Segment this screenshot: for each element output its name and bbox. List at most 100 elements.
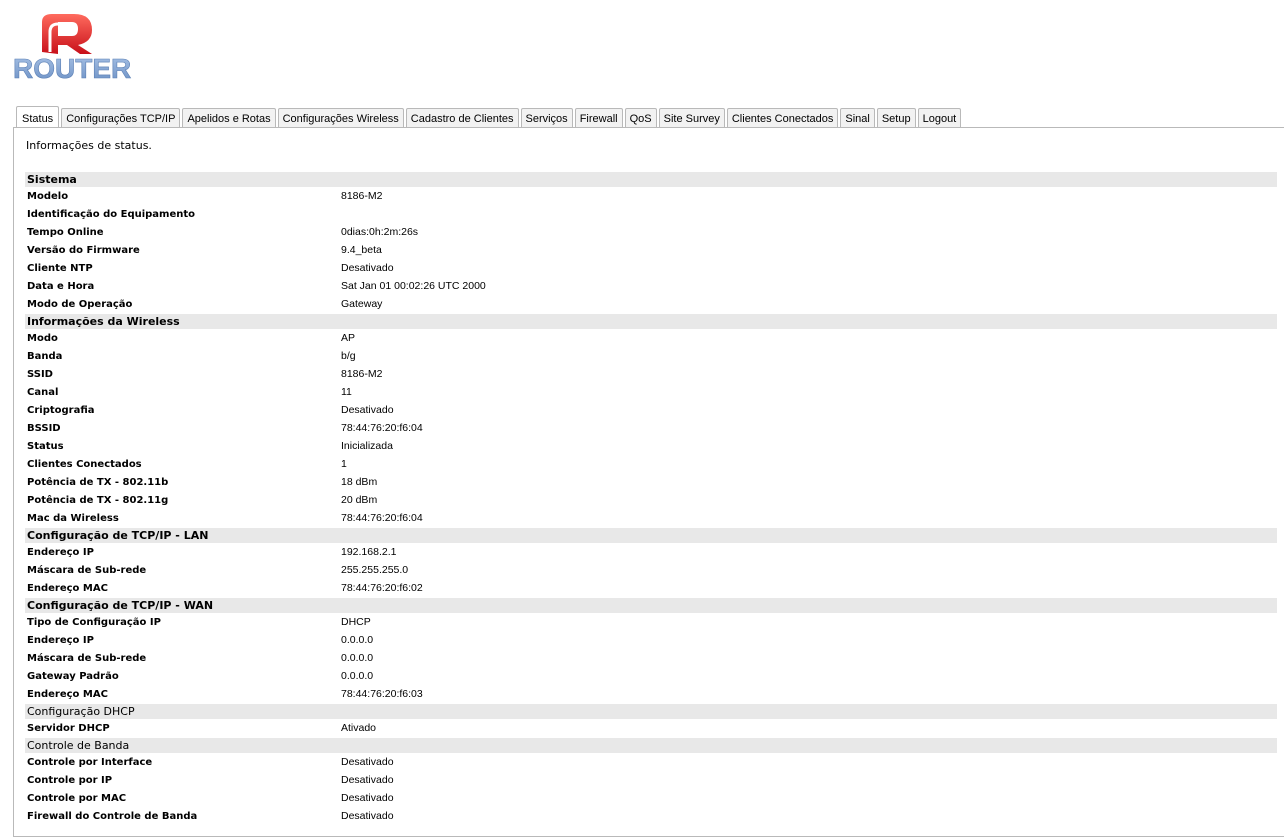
row-value: 0.0.0.0 (341, 670, 374, 682)
section-header-sistema: Sistema (25, 172, 1277, 187)
status-row: Tempo Online 0dias:0h:2m:26s (25, 224, 1277, 242)
status-panel: Informações de status. Sistema Modelo 8186… (13, 127, 1284, 837)
status-row: Modelo 8186-M2 (25, 188, 1277, 206)
status-row: Endereço MAC 78:44:76:20:f6:02 (25, 580, 1277, 598)
row-label: Tempo Online (27, 227, 104, 238)
tab-logout[interactable]: Logout (917, 108, 962, 128)
status-row: Status Inicializada (25, 438, 1277, 456)
row-value: 192.168.2.1 (341, 546, 397, 558)
row-label: Clientes Conectados (27, 459, 142, 470)
row-label: Potência de TX - 802.11g (27, 495, 169, 506)
row-label: Modo (27, 333, 58, 344)
row-value: 1 (341, 458, 347, 470)
tab-apelidos-e-rotas[interactable]: Apelidos e Rotas (182, 108, 276, 128)
tab-setup[interactable]: Setup (876, 108, 916, 128)
row-label: Banda (27, 351, 63, 362)
row-label: Canal (27, 387, 59, 398)
row-label: Endereço MAC (27, 689, 108, 700)
row-value: 0.0.0.0 (341, 652, 374, 664)
tab-configuracoes-tcp-ip[interactable]: Configurações TCP/IP (61, 108, 181, 128)
tab-clientes-conectados[interactable]: Clientes Conectados (726, 108, 839, 128)
row-value: Desativado (341, 404, 394, 416)
status-row: Endereço MAC 78:44:76:20:f6:03 (25, 686, 1277, 704)
row-value: 78:44:76:20:f6:04 (341, 422, 423, 434)
status-row: Firewall do Controle de Banda Desativado (25, 808, 1277, 826)
row-label: Status (27, 441, 64, 452)
row-value: 18 dBm (341, 476, 378, 488)
row-value: Desativado (341, 792, 394, 804)
row-label: Firewall do Controle de Banda (27, 811, 198, 822)
status-row: Máscara de Sub-rede 255.255.255.0 (25, 562, 1277, 580)
row-value: Inicializada (341, 440, 393, 452)
section-header-configuracao-dhcp: Configuração DHCP (25, 704, 1277, 719)
row-value: Gateway (341, 298, 383, 310)
row-label: Criptografia (27, 405, 95, 416)
status-row: Potência de TX - 802.11g 20 dBm (25, 492, 1277, 510)
row-label: Máscara de Sub-rede (27, 565, 147, 576)
tab-qos[interactable]: QoS (624, 108, 657, 128)
row-label: Endereço MAC (27, 583, 108, 594)
row-label: Tipo de Configuração IP (27, 617, 161, 628)
row-label: Máscara de Sub-rede (27, 653, 147, 664)
section-header-configuracao-de-tcp-ip-wan: Configuração de TCP/IP - WAN (25, 598, 1277, 613)
row-label: Cliente NTP (27, 263, 93, 274)
status-row: Endereço IP 192.168.2.1 (25, 544, 1277, 562)
status-row: SSID 8186-M2 (25, 366, 1277, 384)
tab-configuracoes-wireless[interactable]: Configurações Wireless (277, 108, 404, 128)
row-value: Desativado (341, 756, 394, 768)
row-label: Servidor DHCP (27, 723, 110, 734)
row-label: Data e Hora (27, 281, 95, 292)
status-row: Mac da Wireless 78:44:76:20:f6:04 (25, 510, 1277, 528)
status-row: Identificação do Equipamento (25, 206, 1277, 224)
tab-servicos[interactable]: Serviços (520, 108, 573, 128)
row-label: BSSID (27, 423, 61, 434)
status-row: Gateway Padrão 0.0.0.0 (25, 668, 1277, 686)
row-label: Modo de Operação (27, 299, 133, 310)
status-row: Servidor DHCP Ativado (25, 720, 1277, 738)
logo-text: ROUTER (13, 53, 131, 84)
row-value: Sat Jan 01 00:02:26 UTC 2000 (341, 280, 486, 292)
status-row: Banda b/g (25, 348, 1277, 366)
row-label: Mac da Wireless (27, 513, 119, 524)
row-label: Controle por Interface (27, 757, 153, 768)
row-label: Controle por IP (27, 775, 113, 786)
section-header-controle-de-banda: Controle de Banda (25, 738, 1277, 753)
row-value: 78:44:76:20:f6:04 (341, 512, 423, 524)
row-label: Identificação do Equipamento (27, 209, 196, 220)
section-header-configuracao-de-tcp-ip-lan: Configuração de TCP/IP - LAN (25, 528, 1277, 543)
status-row: Máscara de Sub-rede 0.0.0.0 (25, 650, 1277, 668)
row-value: Desativado (341, 810, 394, 822)
status-row: Criptografia Desativado (25, 402, 1277, 420)
status-row: Controle por MAC Desativado (25, 790, 1277, 808)
row-label: Potência de TX - 802.11b (27, 477, 169, 488)
row-label: Versão do Firmware (27, 245, 140, 256)
row-label: Gateway Padrão (27, 671, 119, 682)
router-logo-icon: ROUTER (13, 14, 132, 84)
row-label: SSID (27, 369, 53, 380)
tab-status[interactable]: Status (16, 106, 60, 129)
status-row: Endereço IP 0.0.0.0 (25, 632, 1277, 650)
row-value: 255.255.255.0 (341, 564, 409, 576)
main-tab-bar: Status Configurações TCP/IP Apelidos e Rot… (16, 106, 963, 129)
row-value: 8186-M2 (341, 368, 383, 380)
status-row: Clientes Conectados 1 (25, 456, 1277, 474)
row-value: 20 dBm (341, 494, 378, 506)
row-value: 78:44:76:20:f6:02 (341, 582, 423, 594)
tab-site-survey[interactable]: Site Survey (658, 108, 725, 128)
row-value: 8186-M2 (341, 190, 383, 202)
status-row: Modo de Operação Gateway (25, 296, 1277, 314)
page-intro: Informações de status. (26, 139, 152, 152)
tab-sinal[interactable]: Sinal (840, 108, 875, 128)
tab-firewall[interactable]: Firewall (574, 108, 623, 128)
row-value: Ativado (341, 722, 377, 734)
row-value: 11 (341, 386, 352, 398)
row-value: AP (341, 332, 356, 344)
status-row: Controle por IP Desativado (25, 772, 1277, 790)
row-label: Controle por MAC (27, 793, 127, 804)
tab-cadastro-de-clientes[interactable]: Cadastro de Clientes (405, 108, 519, 128)
router-logo: ROUTER (12, 12, 134, 94)
row-value: DHCP (341, 616, 371, 628)
status-row: Controle por Interface Desativado (25, 754, 1277, 772)
status-row: Data e Hora Sat Jan 01 00:02:26 UTC 2000 (25, 278, 1277, 296)
row-value: 78:44:76:20:f6:03 (341, 688, 423, 700)
